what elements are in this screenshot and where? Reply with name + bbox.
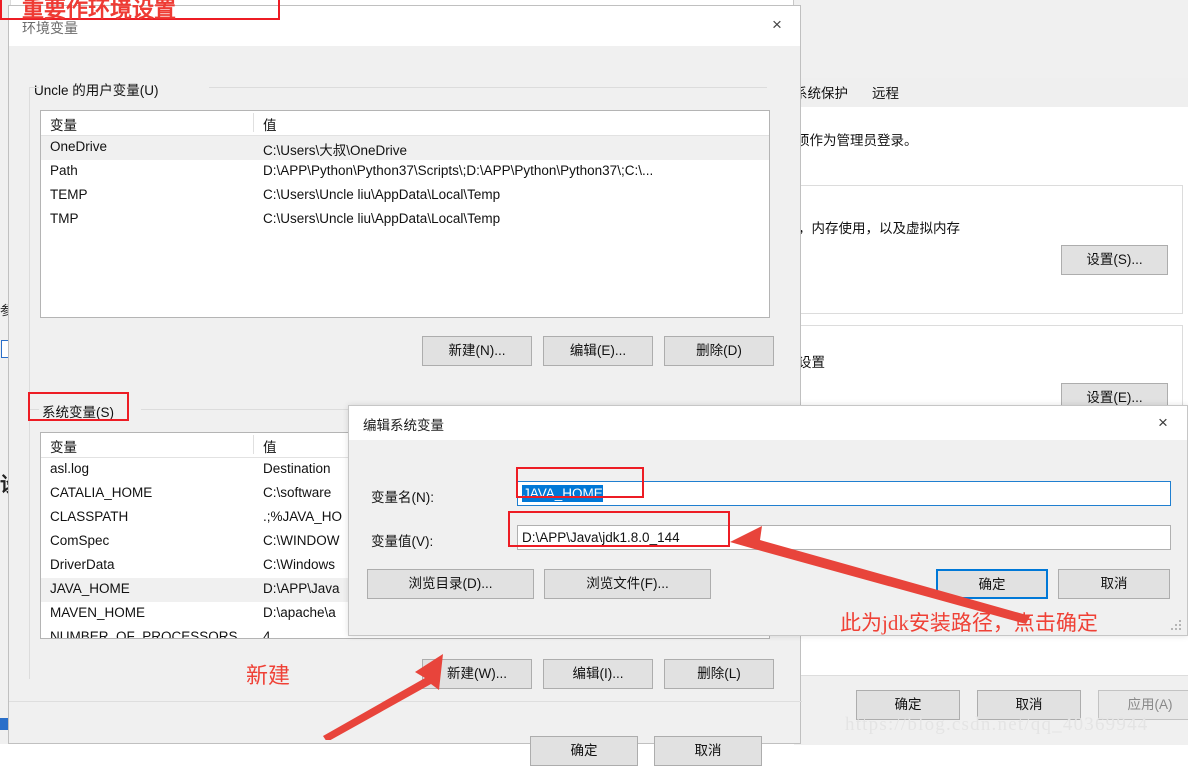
sys-col-value[interactable]: 值 [263,436,277,456]
variable-value-label: 变量值(V): [371,530,433,550]
system-properties-tabstrip: 系统保护 远程 [794,78,1188,108]
sys-var-name: JAVA_HOME [50,581,130,596]
user-variables-group-label: Uncle 的用户变量(U) [31,79,162,99]
sys-var-name: ComSpec [50,533,109,548]
annotation-new-label: 新建 [246,658,290,690]
admin-note: 须作为管理员登录。 [796,129,918,149]
sys-group-line-left [29,409,39,410]
user-var-value: D:\APP\Python\Python37\Scripts\;D:\APP\P… [263,163,763,178]
sys-var-name: MAVEN_HOME [50,605,145,620]
variable-name-input[interactable]: JAVA_HOME [517,481,1171,506]
user-var-name: TMP [50,211,79,226]
variable-name-value: JAVA_HOME [522,485,603,502]
variable-value-text: D:\APP\Java\jdk1.8.0_144 [522,530,680,545]
user-var-value: C:\Users\Uncle liu\AppData\Local\Temp [263,211,763,226]
sys-var-name: NUMBER_OF_PROCESSORS [50,629,238,639]
user-edit-button[interactable]: 编辑(E)... [543,336,653,366]
tab-remote-label: 远程 [872,86,899,101]
user-var-value: C:\Users\大叔\OneDrive [263,139,763,159]
variable-name-label: 变量名(N): [371,486,434,506]
user-new-button[interactable]: 新建(N)... [422,336,532,366]
edit-ok-button[interactable]: 确定 [936,569,1048,599]
annotation-jdk-path-note: 此为jdk安装路径，点击确定 [840,607,1098,637]
sys-var-name: CATALIA_HOME [50,485,152,500]
browse-directory-button[interactable]: 浏览目录(D)... [367,569,534,599]
user-var-name: Path [50,163,78,178]
table-row[interactable]: TMP C:\Users\Uncle liu\AppData\Local\Tem… [41,208,769,232]
table-row[interactable]: Path D:\APP\Python\Python37\Scripts\;D:\… [41,160,769,184]
edit-dialog-title: 编辑系统变量 [363,414,444,434]
performance-description: ，内存使用，以及虚拟内存 [798,217,960,237]
user-group-line-left [29,87,39,88]
annotation-top-red-text: 重要作环境设置 [22,0,176,24]
variable-value-input[interactable]: D:\APP\Java\jdk1.8.0_144 [517,525,1171,550]
close-icon[interactable]: × [754,6,800,44]
user-group-line-right [209,87,767,88]
sys-group-border-left [29,409,30,679]
env-cancel-button[interactable]: 取消 [654,736,762,766]
edit-dialog-titlebar: 编辑系统变量 × [349,406,1187,440]
user-col-value[interactable]: 值 [263,114,277,134]
performance-settings-button[interactable]: 设置(S)... [1061,245,1168,275]
user-col-name[interactable]: 变量 [50,114,77,134]
system-new-button[interactable]: 新建(W)... [422,659,532,689]
user-var-name: TEMP [50,187,88,202]
sys-var-name: DriverData [50,557,115,572]
tab-system-protection-label: 系统保护 [794,86,848,101]
edit-system-variable-dialog: 编辑系统变量 × 变量名(N): JAVA_HOME 变量值(V): D:\AP… [348,405,1188,636]
close-icon[interactable]: × [1141,406,1185,439]
table-row[interactable]: OneDrive C:\Users\大叔\OneDrive [41,136,769,160]
env-ok-button[interactable]: 确定 [530,736,638,766]
resize-grip[interactable] [1171,620,1183,632]
system-delete-button[interactable]: 删除(L) [664,659,774,689]
csdn-watermark: https://blog.csdn.net/qq_40369944 [845,714,1149,736]
user-listview-header: 变量 值 [41,111,769,136]
sys-col-name[interactable]: 变量 [50,436,77,456]
system-variables-group-label: 系统变量(S) [39,401,117,421]
user-profile-label: 设置 [798,351,825,371]
user-col-divider[interactable] [253,113,254,132]
sys-col-divider[interactable] [253,435,254,454]
edit-cancel-button[interactable]: 取消 [1058,569,1170,599]
table-row[interactable]: TEMP C:\Users\Uncle liu\AppData\Local\Te… [41,184,769,208]
system-edit-button[interactable]: 编辑(I)... [543,659,653,689]
user-delete-button[interactable]: 删除(D) [664,336,774,366]
user-group-border-left [29,87,30,392]
user-var-name: OneDrive [50,139,107,154]
sys-var-name: asl.log [50,461,89,476]
user-var-value: C:\Users\Uncle liu\AppData\Local\Temp [263,187,763,202]
tab-remote[interactable]: 远程 [866,81,905,107]
sys-var-name: CLASSPATH [50,509,128,524]
env-dialog-body: Uncle 的用户变量(U) 变量 值 OneDrive C:\Users\大叔… [9,46,800,743]
user-variables-listview[interactable]: 变量 值 OneDrive C:\Users\大叔\OneDrive Path … [40,110,770,318]
env-footer-divider [9,701,802,702]
browse-file-button[interactable]: 浏览文件(F)... [544,569,711,599]
